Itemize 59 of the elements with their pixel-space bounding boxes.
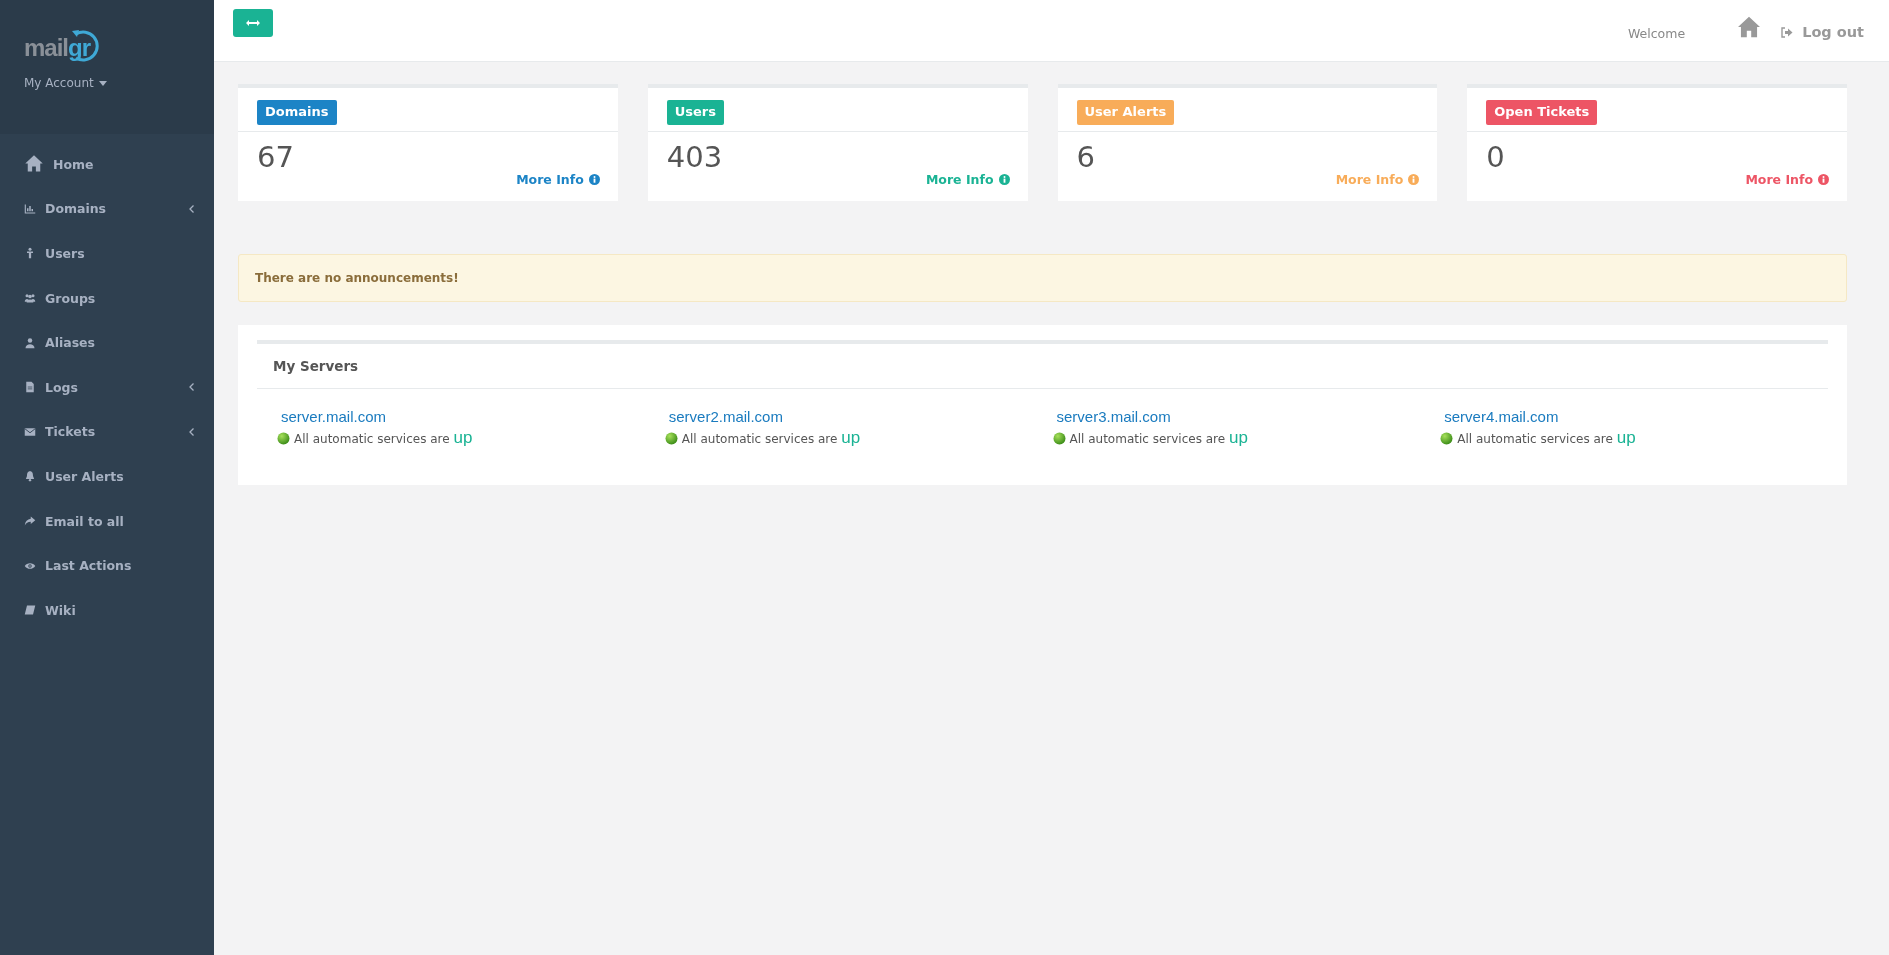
server-link[interactable]: server4.mail.com — [1444, 408, 1559, 425]
home-icon[interactable] — [1737, 16, 1762, 38]
stat-value: 403 — [666, 142, 723, 174]
sidebar-item[interactable]: Users — [0, 231, 214, 276]
server-link[interactable]: server2.mail.com — [668, 408, 783, 425]
status-message: All automatic services are up — [294, 428, 473, 448]
stat-label: Open Tickets — [1486, 100, 1598, 125]
sidebar-item[interactable]: Groups — [0, 275, 214, 321]
status-message: All automatic services are up — [681, 428, 861, 448]
group-icon — [24, 292, 36, 305]
bar-chart-icon — [24, 202, 36, 215]
status-dot-icon — [664, 431, 678, 445]
status-dot-icon — [277, 431, 290, 445]
sidebar-item[interactable]: Aliases — [0, 320, 214, 365]
info-icon — [588, 173, 600, 185]
stat-value: 6 — [1076, 142, 1095, 174]
panel-title: My Servers — [273, 358, 359, 374]
stat-value: 0 — [1486, 142, 1505, 174]
more-info-link[interactable]: More Info — [925, 171, 1010, 187]
status-message: All automatic services are up — [1069, 428, 1248, 448]
caret-icon — [98, 80, 107, 86]
info-icon — [1818, 173, 1829, 185]
status-dot-icon — [1440, 431, 1454, 445]
server-link[interactable]: server3.mail.com — [1056, 408, 1171, 425]
sidebar-item[interactable]: Last Actions — [0, 543, 214, 588]
stat-value: 67 — [257, 142, 294, 174]
logo: mailgr — [24, 24, 107, 70]
sidebar-item[interactable]: Domains — [0, 186, 214, 232]
more-info-link[interactable]: More Info — [516, 171, 600, 187]
server-link[interactable]: server.mail.com — [281, 408, 387, 425]
person-icon — [24, 247, 36, 260]
sidebar-item[interactable]: User Alerts — [0, 454, 214, 499]
home-icon — [24, 154, 44, 175]
sidebar-item[interactable]: Logs — [0, 364, 214, 410]
logout-link[interactable]: Log out — [1781, 24, 1864, 40]
sidebar-toggle-button[interactable] — [233, 9, 273, 37]
book-icon — [24, 604, 36, 617]
more-info-link[interactable]: More Info — [1745, 171, 1829, 187]
status-dot-icon — [1052, 431, 1066, 445]
bell-icon — [24, 470, 36, 483]
sidebar-item[interactable]: Home — [0, 142, 214, 187]
share-arrow-icon — [24, 515, 36, 528]
document-icon — [24, 381, 36, 394]
sidebar-item[interactable]: Email to all — [0, 498, 214, 544]
horizontal-arrows-icon — [246, 20, 260, 26]
announcement-alert: There are no announcements! — [238, 254, 1847, 302]
user-icon — [24, 336, 36, 349]
stat-label: Domains — [257, 100, 337, 125]
stat-label: User Alerts — [1076, 100, 1175, 125]
sign-out-icon — [1781, 26, 1794, 38]
sidebar-item[interactable]: Tickets — [0, 409, 214, 455]
sidebar-item[interactable]: Wiki — [0, 587, 214, 633]
stat-label: Users — [666, 100, 724, 125]
status-message: All automatic services are up — [1457, 428, 1636, 448]
envelope-icon — [24, 425, 36, 438]
info-icon — [998, 173, 1010, 185]
info-icon — [1408, 173, 1420, 185]
account-dropdown[interactable]: My Account — [24, 76, 107, 90]
welcome-text: Welcome — [1627, 26, 1686, 41]
